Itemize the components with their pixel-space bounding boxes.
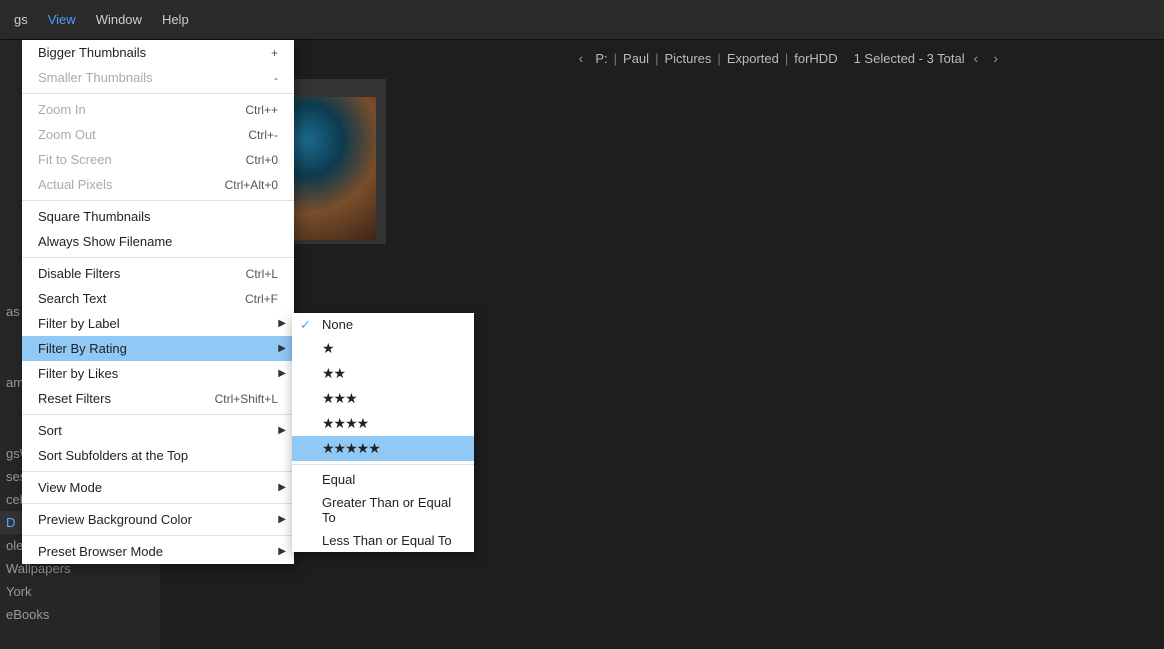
submenu-item-label: ★★	[322, 365, 345, 382]
menu-item[interactable]: Sort ▶	[22, 418, 294, 443]
menu-item-label: Always Show Filename	[38, 234, 172, 249]
submenu-item-label: None	[322, 317, 353, 332]
submenu-arrow-icon: ▶	[278, 482, 286, 493]
submenu-arrow-icon: ▶	[278, 343, 286, 354]
submenu-item-label: Less Than or Equal To	[322, 533, 452, 548]
menu-item[interactable]: Sort Subfolders at the Top	[22, 443, 294, 468]
menu-item[interactable]: Reset Filters Ctrl+Shift+L	[22, 386, 294, 411]
menu-item-shortcut: Ctrl+L	[246, 267, 278, 281]
menu-window[interactable]: Window	[86, 6, 152, 33]
menu-item[interactable]: Preview Background Color ▶	[22, 507, 294, 532]
menu-item-shortcut: -	[274, 71, 278, 85]
nav-next-icon[interactable]: ›	[987, 50, 1004, 66]
submenu-item[interactable]: ★★★★★	[292, 436, 474, 461]
menu-item-shortcut: Ctrl++	[245, 103, 278, 117]
menu-item[interactable]: Filter by Label ▶	[22, 311, 294, 336]
menu-item: Zoom Out Ctrl+-	[22, 122, 294, 147]
breadcrumb-part[interactable]: Pictures	[661, 51, 714, 66]
menu-item-label: Bigger Thumbnails	[38, 45, 146, 60]
breadcrumb-part[interactable]: forHDD	[791, 51, 840, 66]
menu-item[interactable]: Bigger Thumbnails +	[22, 40, 294, 65]
menu-item-shortcut: +	[271, 46, 278, 60]
submenu-item-label: Greater Than or Equal To	[322, 495, 458, 525]
menu-item[interactable]: Square Thumbnails	[22, 204, 294, 229]
menu-item[interactable]: Disable Filters Ctrl+L	[22, 261, 294, 286]
menu-item-shortcut: Ctrl+Shift+L	[215, 392, 278, 406]
menu-item: Actual Pixels Ctrl+Alt+0	[22, 172, 294, 197]
menu-item-label: Filter by Label	[38, 316, 120, 331]
menu-item[interactable]: Filter By Rating ▶	[22, 336, 294, 361]
submenu-arrow-icon: ▶	[278, 368, 286, 379]
menu-item-label: Preview Background Color	[38, 512, 192, 527]
menu-item: Zoom In Ctrl++	[22, 97, 294, 122]
submenu-item[interactable]: ★★	[292, 361, 474, 386]
submenu-item[interactable]: ★★★★	[292, 411, 474, 436]
submenu-item-label: ★★★★	[322, 415, 368, 432]
submenu-item-label: ★	[322, 340, 334, 357]
submenu-item-label: Equal	[322, 472, 355, 487]
breadcrumb-part[interactable]: P:	[592, 51, 610, 66]
menu-item-label: Sort Subfolders at the Top	[38, 448, 188, 463]
submenu-item[interactable]: ✓ None	[292, 313, 474, 336]
menu-help[interactable]: Help	[152, 6, 199, 33]
menu-item[interactable]: Filter by Likes ▶	[22, 361, 294, 386]
menu-item-shortcut: Ctrl+Alt+0	[225, 178, 278, 192]
menubar: gs View Window Help	[0, 0, 1164, 40]
submenu-item-label: ★★★★★	[322, 440, 380, 457]
menu-item-label: Preset Browser Mode	[38, 544, 163, 559]
submenu-arrow-icon: ▶	[278, 514, 286, 525]
menu-gs[interactable]: gs	[4, 6, 38, 33]
submenu-item[interactable]: Greater Than or Equal To	[292, 491, 474, 529]
submenu-arrow-icon: ▶	[278, 318, 286, 329]
breadcrumb: ‹ P:| Paul| Pictures| Exported| forHDD 1…	[573, 50, 1004, 66]
menu-item-label: View Mode	[38, 480, 102, 495]
submenu-item[interactable]: Equal	[292, 468, 474, 491]
menu-item-label: Zoom In	[38, 102, 86, 117]
menu-item-label: Reset Filters	[38, 391, 111, 406]
menu-item-label: Sort	[38, 423, 62, 438]
selection-status: 1 Selected - 3 Total	[854, 51, 965, 66]
breadcrumb-back-icon[interactable]: ‹	[573, 50, 590, 66]
menu-item-label: Fit to Screen	[38, 152, 112, 167]
breadcrumb-part[interactable]: Exported	[724, 51, 782, 66]
submenu-item[interactable]: ★	[292, 336, 474, 361]
sidebar-item[interactable]: York	[0, 580, 160, 603]
menu-item[interactable]: Search Text Ctrl+F	[22, 286, 294, 311]
submenu-item-label: ★★★	[322, 390, 357, 407]
menu-item: Fit to Screen Ctrl+0	[22, 147, 294, 172]
menu-item-shortcut: Ctrl+F	[245, 292, 278, 306]
submenu-arrow-icon: ▶	[278, 425, 286, 436]
menu-item[interactable]: Always Show Filename	[22, 229, 294, 254]
menu-view[interactable]: View	[38, 6, 86, 33]
filter-by-rating-submenu: ✓None★★★★★★★★★★★★★★★EqualGreater Than or…	[292, 313, 474, 552]
menu-item-label: Actual Pixels	[38, 177, 112, 192]
breadcrumb-part[interactable]: Paul	[620, 51, 652, 66]
menu-item: Smaller Thumbnails -	[22, 65, 294, 90]
view-menu-dropdown: Bigger Thumbnails + Smaller Thumbnails - Zoo…	[22, 40, 294, 564]
menu-item[interactable]: Preset Browser Mode ▶	[22, 539, 294, 564]
menu-item-shortcut: Ctrl+0	[246, 153, 278, 167]
menu-item-label: Smaller Thumbnails	[38, 70, 153, 85]
submenu-item[interactable]: ★★★	[292, 386, 474, 411]
menu-item-shortcut: Ctrl+-	[248, 128, 278, 142]
submenu-item[interactable]: Less Than or Equal To	[292, 529, 474, 552]
check-icon: ✓	[300, 317, 311, 333]
menu-item-label: Zoom Out	[38, 127, 96, 142]
nav-prev-icon[interactable]: ‹	[968, 50, 985, 66]
menu-item-label: Search Text	[38, 291, 106, 306]
submenu-arrow-icon: ▶	[278, 546, 286, 557]
menu-item-label: Filter by Likes	[38, 366, 118, 381]
menu-item-label: Filter By Rating	[38, 341, 127, 356]
menu-item-label: Square Thumbnails	[38, 209, 151, 224]
menu-item[interactable]: View Mode ▶	[22, 475, 294, 500]
menu-item-label: Disable Filters	[38, 266, 120, 281]
sidebar-item[interactable]: eBooks	[0, 603, 160, 626]
